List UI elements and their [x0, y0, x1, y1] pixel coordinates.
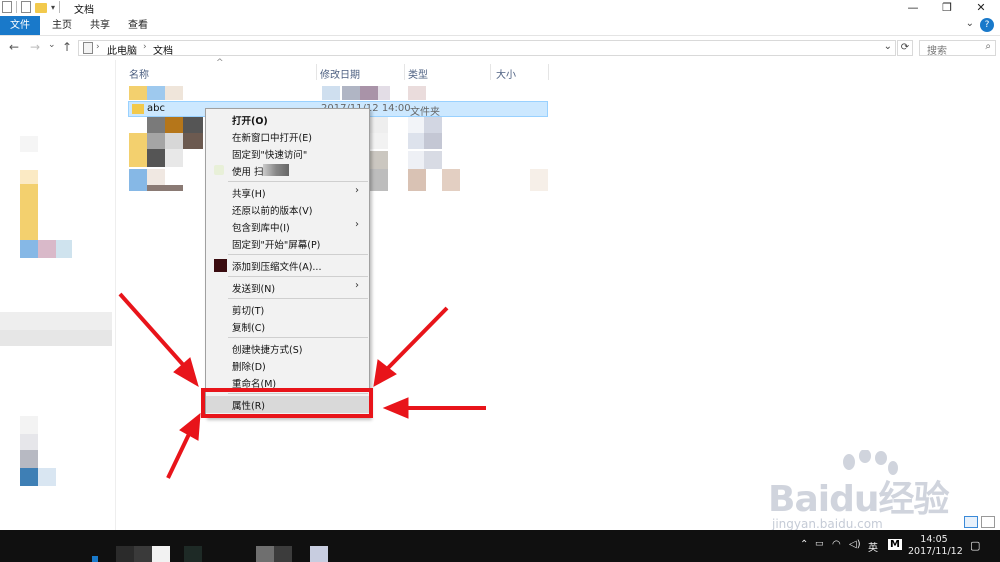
arrow-lower-left-shaft: [166, 431, 192, 479]
arrow-upper-left-shaft: [118, 292, 188, 370]
start-indicator[interactable]: [92, 556, 98, 562]
input-language[interactable]: 英: [868, 539, 878, 554]
taskbar-app[interactable]: [184, 546, 202, 562]
wifi-icon[interactable]: ◠: [832, 539, 841, 550]
large-icons-view-button[interactable]: [981, 516, 995, 528]
taskbar-app[interactable]: [152, 546, 170, 562]
clock-date: 2017/11/12: [908, 546, 963, 557]
watermark-url: jingyan.baidu.com: [772, 517, 883, 531]
baidu-watermark: Baidu经验 jingyan.baidu.com: [760, 450, 990, 531]
arrow-right-head: [382, 397, 409, 419]
taskbar-app[interactable]: [310, 546, 328, 562]
show-hidden-icons-icon[interactable]: ⌃: [800, 539, 808, 550]
taskbar-app[interactable]: [116, 546, 134, 562]
battery-icon[interactable]: ▭: [815, 539, 824, 549]
taskbar: ⌃ ▭ ◠ ◁) 英 M 14:05 2017/11/12 ▢: [0, 530, 1000, 562]
watermark-brand: Baidu经验: [768, 479, 949, 520]
arrow-upper-right-shaft: [386, 306, 449, 370]
ime-mode[interactable]: M: [888, 539, 902, 550]
taskbar-app[interactable]: [256, 546, 274, 562]
taskbar-app[interactable]: [274, 546, 292, 562]
taskbar-app[interactable]: [134, 546, 152, 562]
action-center-icon[interactable]: ▢: [970, 539, 980, 552]
volume-icon[interactable]: ◁): [849, 539, 861, 550]
arrow-lower-left-head: [179, 412, 201, 441]
system-clock[interactable]: 14:05 2017/11/12: [908, 534, 963, 558]
view-toggle: [964, 516, 995, 528]
arrow-upper-left-head: [173, 357, 199, 388]
details-view-button[interactable]: [964, 516, 978, 528]
clock-time: 14:05: [920, 534, 948, 545]
